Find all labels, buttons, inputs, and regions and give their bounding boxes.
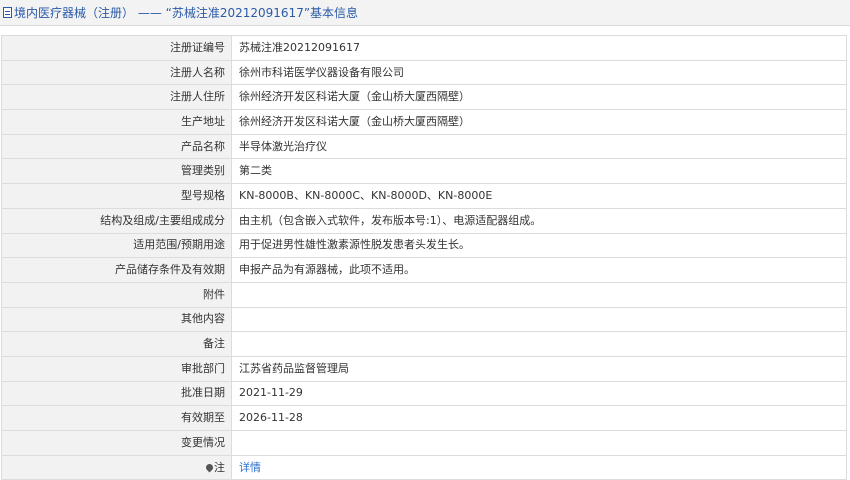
table-row: 注册人名称 徐州市科诺医学仪器设备有限公司: [1, 59, 847, 86]
page-title: 境内医疗器械（注册） —— “苏械注准20212091617”基本信息: [14, 6, 359, 20]
row-value: [231, 331, 847, 357]
row-label: 变更情况: [1, 430, 232, 456]
row-value: 徐州市科诺医学仪器设备有限公司: [231, 59, 847, 86]
row-label: 产品储存条件及有效期: [1, 257, 232, 283]
row-value: 徐州经济开发区科诺大厦（金山桥大厦西隔壁）: [231, 84, 847, 111]
row-value: 由主机（包含嵌入式软件，发布版本号:1）、电源适配器组成。: [231, 207, 847, 234]
row-label: 注册人名称: [1, 59, 232, 86]
row-value: [231, 430, 847, 456]
row-label: 生产地址: [1, 109, 232, 135]
table-row: 产品储存条件及有效期 申报产品为有源器械，此项不适用。: [1, 257, 847, 283]
row-value: 苏械注准20212091617: [231, 35, 847, 61]
table-row: 变更情况: [1, 430, 847, 456]
table-row: 生产地址 徐州经济开发区科诺大厦（金山桥大厦西隔壁）: [1, 109, 847, 135]
table-row: 审批部门 江苏省药品监督管理局: [1, 355, 847, 382]
table-row: 结构及组成/主要组成成分 由主机（包含嵌入式软件，发布版本号:1）、电源适配器组…: [1, 207, 847, 234]
row-label: 产品名称: [1, 133, 232, 160]
row-value: 徐州经济开发区科诺大厦（金山桥大厦西隔壁）: [231, 109, 847, 135]
document-icon: [3, 7, 12, 18]
row-label: 型号规格: [1, 183, 232, 209]
row-value: 2021-11-29: [231, 380, 847, 407]
row-label: 附件: [1, 281, 232, 308]
row-label: 管理类别: [1, 158, 232, 185]
table-row: 管理类别 第二类: [1, 158, 847, 185]
row-label: 批准日期: [1, 380, 232, 407]
details-link[interactable]: 详情: [239, 461, 261, 474]
row-label: 审批部门: [1, 355, 232, 382]
note-label: 注: [214, 460, 225, 474]
row-value: 半导体激光治疗仪: [231, 133, 847, 160]
table-row: 注册人住所 徐州经济开发区科诺大厦（金山桥大厦西隔壁）: [1, 84, 847, 111]
table-row: 适用范围/预期用途 用于促进男性雄性激素源性脱发患者头发生长。: [1, 232, 847, 259]
row-value: [231, 306, 847, 333]
table-row: 产品名称 半导体激光治疗仪: [1, 133, 847, 160]
table-row: 有效期至 2026-11-28: [1, 405, 847, 431]
table-row: 批准日期 2021-11-29: [1, 380, 847, 407]
table-row: 型号规格 KN-8000B、KN-8000C、KN-8000D、KN-8000E: [1, 183, 847, 209]
row-label: 其他内容: [1, 306, 232, 333]
row-value-note: 详情: [231, 454, 847, 480]
table-row: 注册证编号 苏械注准20212091617: [1, 35, 847, 61]
pin-icon: [204, 462, 215, 472]
row-value: KN-8000B、KN-8000C、KN-8000D、KN-8000E: [231, 183, 847, 209]
table-row-note: 注 详情: [1, 454, 847, 480]
row-value: 申报产品为有源器械，此项不适用。: [231, 257, 847, 283]
row-value: 用于促进男性雄性激素源性脱发患者头发生长。: [231, 232, 847, 259]
row-label: 注册人住所: [1, 84, 232, 111]
page-header: 境内医疗器械（注册） —— “苏械注准20212091617”基本信息: [0, 0, 850, 26]
table-row: 其他内容: [1, 306, 847, 333]
row-value: 第二类: [231, 158, 847, 185]
row-label: 注册证编号: [1, 35, 232, 61]
info-table-container: 注册证编号 苏械注准20212091617 注册人名称 徐州市科诺医学仪器设备有…: [0, 26, 850, 480]
info-table: 注册证编号 苏械注准20212091617 注册人名称 徐州市科诺医学仪器设备有…: [1, 35, 847, 480]
table-row: 附件: [1, 281, 847, 308]
row-value: 江苏省药品监督管理局: [231, 355, 847, 382]
row-label: 备注: [1, 331, 232, 357]
row-label: 结构及组成/主要组成成分: [1, 207, 232, 234]
row-label: 有效期至: [1, 405, 232, 431]
row-label: 适用范围/预期用途: [1, 232, 232, 259]
row-value: 2026-11-28: [231, 405, 847, 431]
row-value: [231, 281, 847, 308]
row-label-note: 注: [1, 454, 232, 480]
table-row: 备注: [1, 331, 847, 357]
